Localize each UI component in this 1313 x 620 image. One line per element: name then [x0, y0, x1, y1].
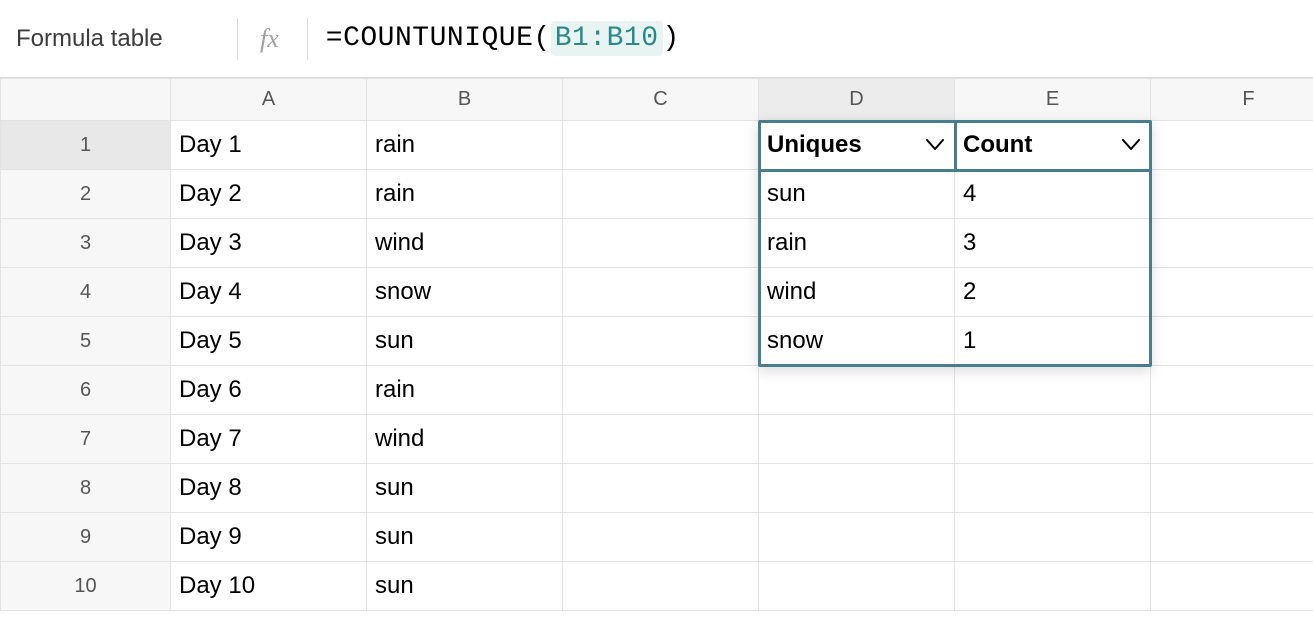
select-all-corner[interactable] [1, 79, 171, 121]
row-header-8[interactable]: 8 [1, 464, 171, 513]
column-header-E[interactable]: E [955, 79, 1151, 121]
cell-E8[interactable] [955, 464, 1151, 513]
cell-D5[interactable]: snow [759, 317, 955, 366]
name-box[interactable]: Formula table [12, 25, 237, 53]
cell-E2[interactable]: 4 [955, 170, 1151, 219]
row-header-6[interactable]: 6 [1, 366, 171, 415]
row-header-5[interactable]: 5 [1, 317, 171, 366]
cell-C9[interactable] [563, 513, 759, 562]
row-header-2[interactable]: 2 [1, 170, 171, 219]
formula-bar: Formula table fx =COUNTUNIQUE(B1:B10) [0, 0, 1313, 78]
cell-F10[interactable] [1151, 562, 1313, 611]
cell-A7[interactable]: Day 7 [171, 415, 367, 464]
column-header-D[interactable]: D [759, 79, 955, 121]
cell-C10[interactable] [563, 562, 759, 611]
filter-chevron-icon[interactable] [1122, 139, 1140, 151]
row-header-9[interactable]: 9 [1, 513, 171, 562]
column-header-C[interactable]: C [563, 79, 759, 121]
cell-C7[interactable] [563, 415, 759, 464]
cell-B3[interactable]: wind [367, 219, 563, 268]
cell-D7[interactable] [759, 415, 955, 464]
cell-D10[interactable] [759, 562, 955, 611]
formula-input[interactable]: =COUNTUNIQUE(B1:B10) [326, 21, 680, 56]
cell-D6[interactable] [759, 366, 955, 415]
divider [307, 18, 308, 60]
cell-F9[interactable] [1151, 513, 1313, 562]
cell-F2[interactable] [1151, 170, 1313, 219]
cell-C3[interactable] [563, 219, 759, 268]
cell-E3[interactable]: 3 [955, 219, 1151, 268]
formula-table-column-divider [954, 120, 957, 171]
cell-A8[interactable]: Day 8 [171, 464, 367, 513]
cell-C6[interactable] [563, 366, 759, 415]
cell-A9[interactable]: Day 9 [171, 513, 367, 562]
cell-D4[interactable]: wind [759, 268, 955, 317]
cell-D3[interactable]: rain [759, 219, 955, 268]
cell-A10[interactable]: Day 10 [171, 562, 367, 611]
cell-B1[interactable]: rain [367, 121, 563, 170]
row-header-3[interactable]: 3 [1, 219, 171, 268]
column-header-F[interactable]: F [1151, 79, 1313, 121]
cell-A4[interactable]: Day 4 [171, 268, 367, 317]
fx-icon[interactable]: fx [260, 24, 279, 54]
cell-B7[interactable]: wind [367, 415, 563, 464]
formula-suffix: ) [663, 23, 680, 54]
cell-A5[interactable]: Day 5 [171, 317, 367, 366]
cell-C5[interactable] [563, 317, 759, 366]
cell-F1[interactable] [1151, 121, 1313, 170]
cell-C1[interactable] [563, 121, 759, 170]
column-header-A[interactable]: A [171, 79, 367, 121]
cell-B9[interactable]: sun [367, 513, 563, 562]
cell-F5[interactable] [1151, 317, 1313, 366]
formula-prefix: =COUNTUNIQUE( [326, 23, 551, 54]
cell-F6[interactable] [1151, 366, 1313, 415]
cell-F7[interactable] [1151, 415, 1313, 464]
cell-E9[interactable] [955, 513, 1151, 562]
cell-A6[interactable]: Day 6 [171, 366, 367, 415]
cell-E1[interactable]: Count [955, 121, 1151, 170]
row-header-7[interactable]: 7 [1, 415, 171, 464]
cell-B8[interactable]: sun [367, 464, 563, 513]
formula-range: B1:B10 [551, 21, 663, 56]
cell-E10[interactable] [955, 562, 1151, 611]
cell-F4[interactable] [1151, 268, 1313, 317]
cell-D2[interactable]: sun [759, 170, 955, 219]
cell-A3[interactable]: Day 3 [171, 219, 367, 268]
cell-C8[interactable] [563, 464, 759, 513]
row-header-1[interactable]: 1 [1, 121, 171, 170]
cell-E4[interactable]: 2 [955, 268, 1151, 317]
cell-E5[interactable]: 1 [955, 317, 1151, 366]
cell-B5[interactable]: sun [367, 317, 563, 366]
cell-D1[interactable]: Uniques [759, 121, 955, 170]
filter-chevron-icon[interactable] [926, 139, 944, 151]
cell-E6[interactable] [955, 366, 1151, 415]
cell-B4[interactable]: snow [367, 268, 563, 317]
cell-A2[interactable]: Day 2 [171, 170, 367, 219]
cell-B6[interactable]: rain [367, 366, 563, 415]
cell-C4[interactable] [563, 268, 759, 317]
cell-D9[interactable] [759, 513, 955, 562]
cell-F8[interactable] [1151, 464, 1313, 513]
cell-F3[interactable] [1151, 219, 1313, 268]
cell-B2[interactable]: rain [367, 170, 563, 219]
cell-B10[interactable]: sun [367, 562, 563, 611]
spreadsheet-grid[interactable]: ABCDEF 1Day 1rainUniquesCount2Day 2rains… [0, 78, 1313, 611]
row-header-10[interactable]: 10 [1, 562, 171, 611]
cell-C2[interactable] [563, 170, 759, 219]
column-header-B[interactable]: B [367, 79, 563, 121]
cell-E7[interactable] [955, 415, 1151, 464]
divider [237, 18, 238, 60]
cell-A1[interactable]: Day 1 [171, 121, 367, 170]
row-header-4[interactable]: 4 [1, 268, 171, 317]
cell-D8[interactable] [759, 464, 955, 513]
